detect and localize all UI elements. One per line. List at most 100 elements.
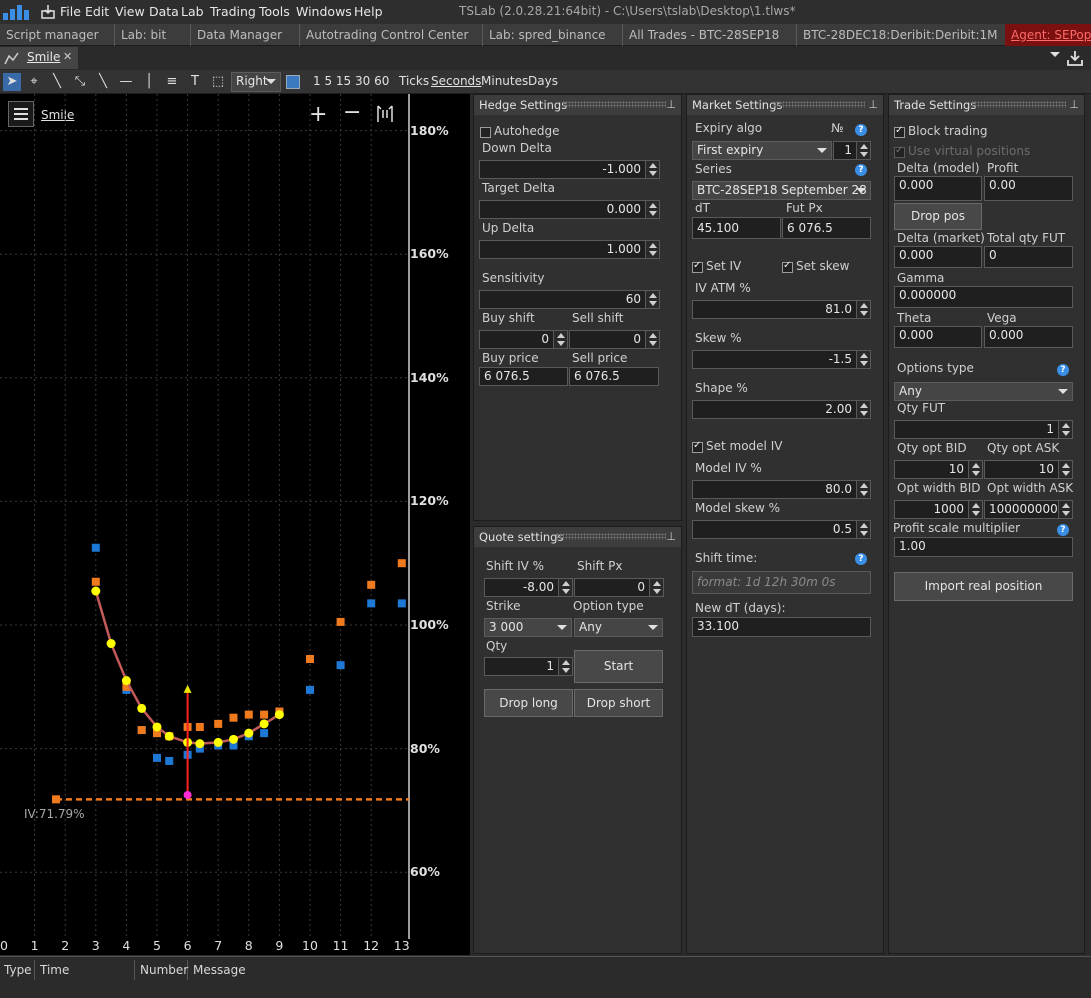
- menu-edit[interactable]: Edit: [85, 4, 109, 19]
- timeframe-minutes[interactable]: Minutes: [481, 74, 528, 88]
- spinner[interactable]: [645, 241, 659, 258]
- line-tool-icon[interactable]: ╲: [48, 73, 66, 91]
- spinner[interactable]: [645, 161, 659, 178]
- menu-file[interactable]: File: [60, 4, 81, 19]
- up-delta-input[interactable]: 1.000: [479, 240, 660, 259]
- set-model-iv-checkbox[interactable]: [692, 440, 703, 453]
- spinner[interactable]: [649, 579, 663, 596]
- menu-help[interactable]: Help: [354, 4, 383, 19]
- color-swatch[interactable]: [286, 75, 300, 89]
- log-column-number[interactable]: Number: [136, 960, 188, 980]
- menu-lab[interactable]: Lab: [181, 4, 204, 19]
- fibonacci-icon[interactable]: ≡: [163, 73, 181, 91]
- menu-tools[interactable]: Tools: [259, 4, 290, 19]
- shift-time-input[interactable]: format: 1d 12h 30m 0s: [692, 571, 871, 594]
- spinner[interactable]: [1058, 461, 1072, 478]
- doc-tab-btc-dec[interactable]: BTC-28DEC18:Deribit:Deribit:1M: [796, 24, 1004, 46]
- menu-trading[interactable]: Trading: [210, 4, 256, 19]
- interval-options[interactable]: 1 5 15 30 60: [313, 74, 389, 88]
- drag-grip[interactable]: [773, 101, 865, 108]
- drag-grip[interactable]: [562, 101, 666, 108]
- spinner[interactable]: [553, 331, 567, 348]
- doc-tab-autotrading[interactable]: Autotrading Control Center: [299, 24, 481, 46]
- qty-fut-input[interactable]: 1: [894, 420, 1073, 439]
- doc-tab-lab-spred[interactable]: Lab: spred_binance: [482, 24, 622, 46]
- spinner[interactable]: [558, 658, 572, 675]
- qty-opt-ask-input[interactable]: 10: [984, 460, 1073, 479]
- menu-data[interactable]: Data: [149, 4, 179, 19]
- help-icon[interactable]: ?: [855, 164, 867, 176]
- pin-icon[interactable]: ⊥: [868, 95, 878, 115]
- spinner[interactable]: [968, 501, 982, 518]
- axis-side-select[interactable]: Right: [231, 72, 281, 92]
- start-button[interactable]: Start: [574, 650, 663, 683]
- pin-icon[interactable]: ⊥: [666, 527, 676, 547]
- doc-tab-lab-bit[interactable]: Lab: bit: [114, 24, 190, 46]
- model-skew-input[interactable]: 0.5: [692, 520, 871, 539]
- model-iv-input[interactable]: 80.0: [692, 480, 871, 499]
- tab-smile[interactable]: Smile ✕: [0, 47, 78, 69]
- select-area-icon[interactable]: ⬚: [209, 73, 227, 91]
- spinner[interactable]: [645, 201, 659, 218]
- use-virtual-checkbox[interactable]: [894, 145, 905, 158]
- profit-scale-field[interactable]: 1.00: [894, 537, 1073, 557]
- spinner[interactable]: [1058, 501, 1072, 518]
- iv-atm-input[interactable]: 81.0: [692, 300, 871, 319]
- expiry-algo-select[interactable]: First expiry: [692, 141, 832, 160]
- horizontal-line-icon[interactable]: —: [117, 73, 135, 91]
- autohedge-checkbox[interactable]: [480, 127, 491, 138]
- timeframe-days[interactable]: Days: [528, 74, 558, 88]
- tabs-dropdown-icon[interactable]: [1050, 52, 1060, 57]
- close-icon[interactable]: ✕: [63, 50, 72, 63]
- target-delta-input[interactable]: 0.000: [479, 200, 660, 219]
- drop-pos-button[interactable]: Drop pos: [894, 203, 982, 230]
- help-icon[interactable]: ?: [855, 124, 867, 136]
- doc-tab-all-trades[interactable]: All Trades - BTC-28SEP18: [622, 24, 796, 46]
- segment-tool-icon[interactable]: ╲: [94, 73, 112, 91]
- drag-grip[interactable]: [556, 533, 666, 540]
- shape-input[interactable]: 2.00: [692, 400, 871, 419]
- vertical-line-icon[interactable]: │: [140, 73, 158, 91]
- drag-grip[interactable]: [971, 101, 1066, 108]
- spinner[interactable]: [558, 579, 572, 596]
- spinner[interactable]: [968, 461, 982, 478]
- set-skew-checkbox[interactable]: [782, 260, 793, 273]
- opt-width-bid-input[interactable]: 1000: [894, 500, 983, 519]
- buy-shift-input[interactable]: 0: [479, 330, 568, 349]
- doc-tab-data-manager[interactable]: Data Manager: [190, 24, 298, 46]
- spinner[interactable]: [856, 481, 870, 498]
- expiry-number-input[interactable]: 1: [833, 141, 871, 160]
- spinner[interactable]: [856, 351, 870, 368]
- doc-tab-agent[interactable]: Agent: SEPopt: [1005, 24, 1091, 46]
- ray-tool-icon[interactable]: ⤡: [71, 73, 89, 91]
- spinner[interactable]: [856, 301, 870, 318]
- smile-chart[interactable]: [0, 94, 470, 955]
- opt-width-ask-input[interactable]: 100000000: [984, 500, 1073, 519]
- timeframe-ticks[interactable]: Ticks: [399, 74, 429, 88]
- help-icon[interactable]: ?: [855, 553, 867, 565]
- crosshair-icon[interactable]: ⌖: [25, 73, 43, 91]
- log-column-time[interactable]: Time: [36, 960, 135, 980]
- pin-icon[interactable]: ⊥: [1069, 95, 1079, 115]
- help-icon[interactable]: ?: [1057, 524, 1069, 536]
- log-column-type[interactable]: Type: [0, 960, 35, 980]
- spinner[interactable]: [856, 401, 870, 418]
- spinner[interactable]: [645, 291, 659, 308]
- menu-view[interactable]: View: [115, 4, 145, 19]
- sensitivity-input[interactable]: 60: [479, 290, 660, 309]
- drop-long-button[interactable]: Drop long: [484, 689, 573, 717]
- option-type-select[interactable]: Any: [574, 618, 663, 637]
- qty-input[interactable]: 1: [484, 657, 573, 676]
- timeframe-seconds[interactable]: Seconds: [431, 74, 481, 88]
- pointer-icon[interactable]: ➤: [3, 73, 21, 91]
- text-tool-icon[interactable]: T: [186, 73, 204, 91]
- down-delta-input[interactable]: -1.000: [479, 160, 660, 179]
- spinner[interactable]: [856, 142, 870, 159]
- options-type-select[interactable]: Any: [894, 382, 1073, 401]
- pin-icon[interactable]: ⊥: [666, 95, 676, 115]
- set-iv-checkbox[interactable]: [692, 260, 703, 273]
- import-real-position-button[interactable]: Import real position: [894, 572, 1073, 601]
- drop-short-button[interactable]: Drop short: [574, 689, 663, 717]
- download-icon[interactable]: [1066, 50, 1084, 66]
- spinner[interactable]: [645, 331, 659, 348]
